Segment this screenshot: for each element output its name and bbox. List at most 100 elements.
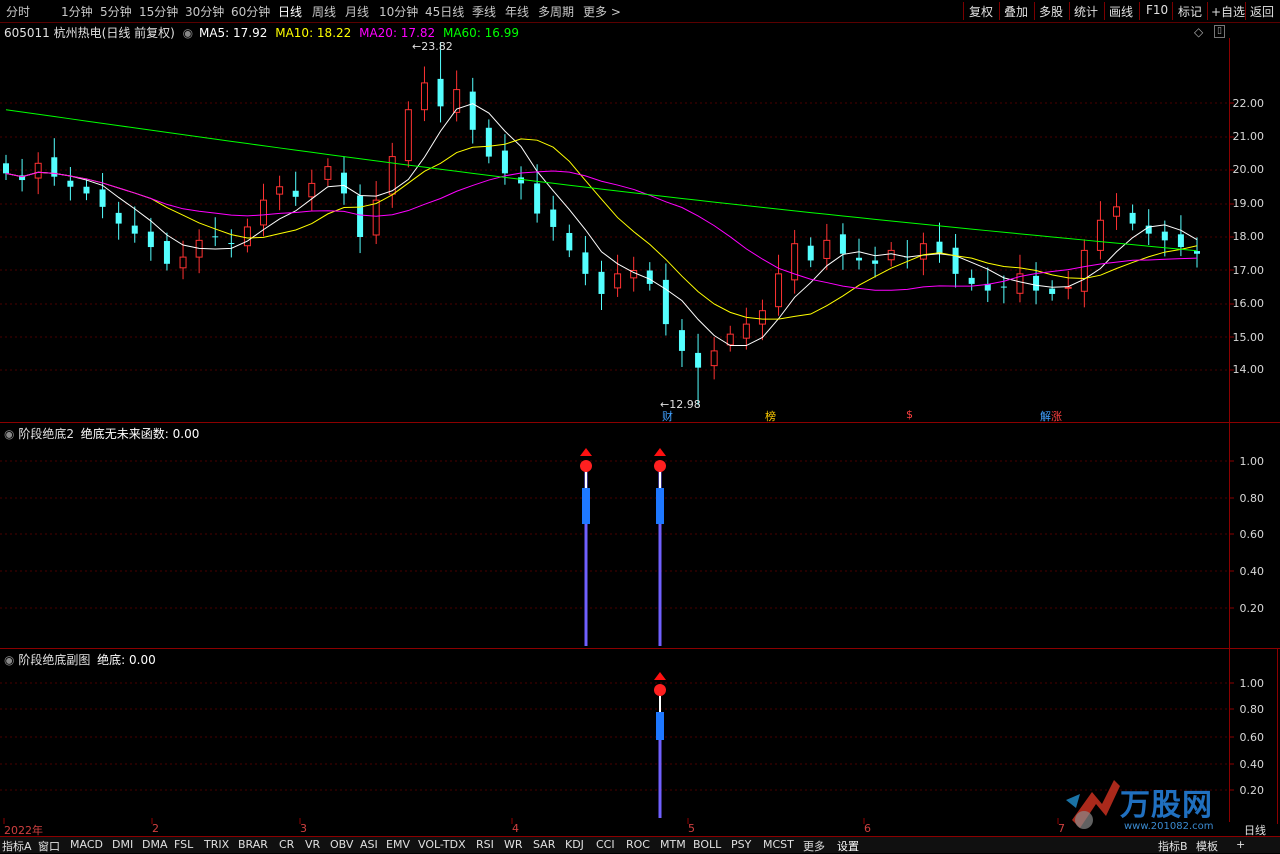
- candle-body-down: [212, 236, 219, 238]
- watermark-logo: 万股网 www.201082.com: [1062, 772, 1222, 834]
- candle-body-down: [1049, 288, 1056, 294]
- candle-body-down: [147, 231, 154, 248]
- kline-chart[interactable]: [0, 0, 1280, 852]
- candle-body-up: [308, 182, 316, 198]
- candle-body-down: [534, 183, 541, 214]
- indicator-tab[interactable]: CCI: [596, 838, 615, 851]
- candle-body-up: [324, 166, 332, 180]
- candle-body-down: [83, 186, 90, 194]
- candle-body-up: [1064, 286, 1072, 289]
- candle-body-up: [276, 186, 284, 195]
- ma60-line: [5, 109, 1198, 252]
- candle-body-down: [3, 163, 9, 174]
- candle-body-up: [372, 199, 380, 236]
- signal-sp2-block: [656, 712, 664, 740]
- candle-body-down: [1194, 251, 1200, 254]
- candle-body-down: [485, 127, 492, 157]
- indicator-tab[interactable]: OBV: [330, 838, 353, 851]
- indicator-tab[interactable]: EMV: [386, 838, 410, 851]
- candle-body-up: [1113, 206, 1121, 217]
- candle-body-down: [163, 241, 170, 264]
- x-axis-label: 2: [152, 822, 159, 835]
- indicator-tab[interactable]: VR: [305, 838, 320, 851]
- indicator-tab[interactable]: MTM: [660, 838, 686, 851]
- candle-body-down: [1033, 275, 1040, 291]
- signal-sp2-arrow: [654, 672, 666, 680]
- candle-body-down: [1129, 212, 1136, 224]
- candle-body-down: [646, 270, 653, 284]
- signal-sp1-b-dot: [654, 460, 666, 472]
- candle-body-down: [872, 260, 879, 264]
- indicator-tab[interactable]: ASI: [360, 838, 378, 851]
- candle-body-down: [856, 257, 863, 261]
- candle-body-down: [839, 234, 846, 254]
- candle-body-up: [758, 310, 766, 325]
- indicator-tab[interactable]: PSY: [731, 838, 751, 851]
- candle-body-up: [34, 162, 42, 179]
- event-marker-finance[interactable]: 财: [662, 408, 673, 424]
- candle-body-down: [501, 150, 508, 174]
- candle-body-up: [614, 273, 622, 289]
- event-marker-dollar[interactable]: $: [906, 408, 913, 421]
- candle-body-up: [919, 243, 927, 260]
- indicator-tab[interactable]: BOLL: [693, 838, 721, 851]
- indicator-tab[interactable]: ROC: [626, 838, 650, 851]
- candle-body-down: [598, 271, 605, 294]
- indicator-tab[interactable]: BRAR: [238, 838, 268, 851]
- candle-body-down: [518, 177, 525, 184]
- event-marker-unlock[interactable]: 解: [1040, 408, 1051, 424]
- indicator-tab[interactable]: KDJ: [565, 838, 584, 851]
- signal-sp1-b-block: [656, 488, 664, 524]
- candle-body-down: [115, 212, 122, 224]
- indicator-tab[interactable]: SAR: [533, 838, 555, 851]
- candle-body-down: [1177, 234, 1184, 248]
- candle-body-down: [678, 330, 685, 351]
- candle-body-down: [357, 195, 364, 237]
- candle-body-up: [404, 109, 412, 162]
- indicator-tab[interactable]: WR: [504, 838, 523, 851]
- candle-body-up: [1080, 249, 1088, 292]
- candle-body-down: [807, 245, 814, 261]
- candle-body-down: [968, 277, 975, 284]
- candle-body-down: [292, 190, 299, 197]
- candle-body-down: [228, 243, 235, 245]
- indicator-tab-right[interactable]: +: [1236, 838, 1245, 851]
- high-price-label: ←23.82: [412, 40, 453, 53]
- candle-body-down: [952, 247, 959, 274]
- indicator-tab[interactable]: CR: [279, 838, 294, 851]
- candle-body-up: [726, 333, 734, 346]
- candle-body-up: [179, 256, 187, 269]
- indicator-tab[interactable]: RSI: [476, 838, 494, 851]
- candle-body-down: [437, 78, 444, 107]
- event-marker-list[interactable]: 榜: [765, 408, 776, 424]
- indicator-tab[interactable]: DMI: [112, 838, 133, 851]
- x-axis-label: 6: [864, 822, 871, 835]
- watermark-text: 万股网: [1120, 788, 1213, 823]
- indicator-tab[interactable]: MACD: [70, 838, 103, 851]
- candle-body-down: [99, 189, 106, 207]
- indicator-tab[interactable]: MCST: [763, 838, 794, 851]
- candle-body-up: [775, 273, 783, 308]
- indicator-tab[interactable]: DMA: [142, 838, 168, 851]
- x-axis-label: 4: [512, 822, 519, 835]
- indicator-tab-bar: 指标A 窗口 MACD DMI DMA FSL TRIX BRAR CR VR OBV ASI EMV V…: [0, 836, 1280, 853]
- indicator-tab[interactable]: FSL: [174, 838, 193, 851]
- signal-sp1-b-arrow: [654, 448, 666, 456]
- indicator-tab[interactable]: VOL-TDX: [418, 838, 466, 851]
- indicator-tab[interactable]: TRIX: [204, 838, 229, 851]
- candle-body-down: [662, 279, 669, 325]
- candle-body-down: [67, 180, 74, 187]
- candle-body-down: [582, 252, 589, 274]
- low-price-value: 12.98: [669, 398, 701, 411]
- signal-sp1-a-arrow: [580, 448, 592, 456]
- candle-body-down: [1000, 286, 1007, 288]
- candle-body-up: [742, 323, 750, 339]
- event-marker-rise[interactable]: 涨: [1051, 408, 1062, 424]
- candle-body-down: [131, 225, 138, 234]
- signal-sp2-dot: [654, 684, 666, 696]
- candle-body-down: [936, 241, 943, 254]
- x-axis-label: 5: [688, 822, 695, 835]
- x-axis-label: 3: [300, 822, 307, 835]
- candle-body-down: [550, 209, 557, 227]
- arrow-logo-icon: [1066, 780, 1120, 829]
